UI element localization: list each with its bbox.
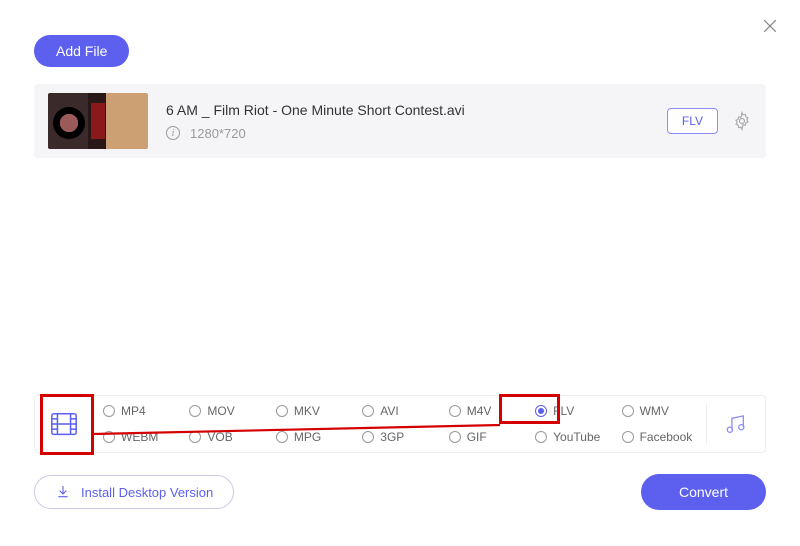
format-option-wmv[interactable]: WMV: [616, 404, 702, 418]
format-option-label: Facebook: [640, 430, 693, 444]
audio-tab-icon[interactable]: [707, 396, 765, 452]
add-file-button[interactable]: Add File: [34, 35, 129, 67]
gear-icon[interactable]: [732, 111, 752, 131]
radio-icon: [276, 431, 288, 443]
format-option-webm[interactable]: WEBM: [97, 430, 183, 444]
format-option-label: M4V: [467, 404, 492, 418]
format-option-youtube[interactable]: YouTube: [529, 430, 615, 444]
radio-icon: [449, 405, 461, 417]
format-option-label: WEBM: [121, 430, 158, 444]
format-option-label: 3GP: [380, 430, 404, 444]
format-option-mp4[interactable]: MP4: [97, 404, 183, 418]
format-option-3gp[interactable]: 3GP: [356, 430, 442, 444]
convert-button[interactable]: Convert: [641, 474, 766, 510]
info-icon[interactable]: i: [166, 126, 180, 140]
format-option-label: VOB: [207, 430, 232, 444]
format-option-label: YouTube: [553, 430, 600, 444]
format-option-label: WMV: [640, 404, 669, 418]
radio-icon: [622, 431, 634, 443]
radio-icon: [103, 405, 115, 417]
radio-icon: [449, 431, 461, 443]
radio-icon: [276, 405, 288, 417]
radio-icon: [362, 405, 374, 417]
format-option-facebook[interactable]: Facebook: [616, 430, 702, 444]
format-option-vob[interactable]: VOB: [183, 430, 269, 444]
download-icon: [55, 484, 71, 500]
format-option-label: MOV: [207, 404, 234, 418]
file-resolution: 1280*720: [190, 126, 246, 141]
format-option-avi[interactable]: AVI: [356, 404, 442, 418]
file-title: 6 AM _ Film Riot - One Minute Short Cont…: [166, 102, 667, 118]
format-option-label: MPG: [294, 430, 321, 444]
radio-icon: [189, 405, 201, 417]
format-option-label: FLV: [553, 404, 574, 418]
file-card: 6 AM _ Film Riot - One Minute Short Cont…: [34, 84, 766, 158]
radio-icon: [535, 431, 547, 443]
format-panel: MP4 MOV MKV AVI M4V FLV WMV WEBM VOB MPG 3GP GIF You…: [34, 395, 766, 453]
radio-icon: [362, 431, 374, 443]
format-option-label: MP4: [121, 404, 146, 418]
video-thumbnail: [48, 93, 148, 149]
format-option-m4v[interactable]: M4V: [443, 404, 529, 418]
install-desktop-label: Install Desktop Version: [81, 485, 213, 500]
radio-icon: [535, 405, 547, 417]
format-option-mov[interactable]: MOV: [183, 404, 269, 418]
format-tag-button[interactable]: FLV: [667, 108, 718, 134]
close-icon[interactable]: [760, 16, 780, 36]
format-option-label: MKV: [294, 404, 320, 418]
radio-icon: [189, 431, 201, 443]
format-option-mpg[interactable]: MPG: [270, 430, 356, 444]
format-option-label: AVI: [380, 404, 398, 418]
radio-icon: [622, 405, 634, 417]
radio-icon: [103, 431, 115, 443]
format-option-mkv[interactable]: MKV: [270, 404, 356, 418]
format-option-gif[interactable]: GIF: [443, 430, 529, 444]
install-desktop-button[interactable]: Install Desktop Version: [34, 475, 234, 509]
video-tab-icon[interactable]: [35, 396, 93, 452]
format-option-label: GIF: [467, 430, 487, 444]
format-option-flv[interactable]: FLV: [529, 404, 615, 418]
